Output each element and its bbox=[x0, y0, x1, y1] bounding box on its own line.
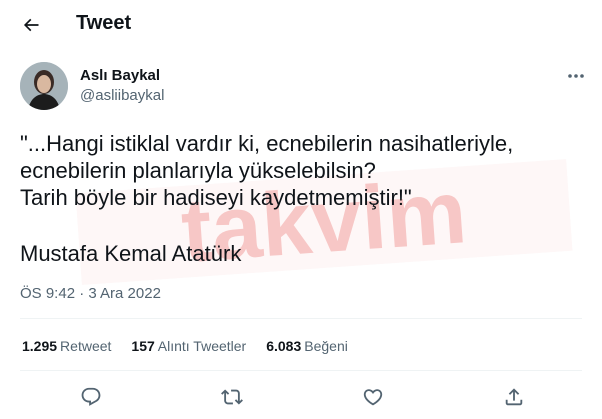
stat-quote-tweets-label: Alıntı Tweetler bbox=[157, 338, 247, 354]
share-button[interactable] bbox=[499, 382, 529, 412]
stat-likes[interactable]: 6.083 Beğeni bbox=[266, 338, 348, 354]
arrow-left-icon bbox=[23, 18, 39, 32]
tweet-timestamp[interactable]: ÖS 9:42 · 3 Ara 2022 bbox=[20, 285, 161, 302]
stat-quote-tweets-count: 157 bbox=[131, 338, 155, 354]
back-button[interactable] bbox=[14, 8, 48, 42]
tweet-signature: Mustafa Kemal Atatürk bbox=[20, 241, 242, 266]
reply-button[interactable] bbox=[76, 382, 106, 412]
tweet-stats: 1.295 Retweet 157 Alıntı Tweetler 6.083 Beğ… bbox=[22, 338, 348, 354]
stat-retweets-label: Retweet bbox=[60, 338, 112, 354]
stat-retweets-count: 1.295 bbox=[22, 338, 58, 354]
avatar[interactable] bbox=[20, 62, 68, 110]
tweet-header: Tweet bbox=[0, 0, 602, 50]
stat-quote-tweets[interactable]: 157 Alıntı Tweetler bbox=[131, 338, 246, 354]
stat-retweets[interactable]: 1.295 Retweet bbox=[22, 338, 111, 354]
stat-likes-label: Beğeni bbox=[304, 338, 348, 354]
reply-icon bbox=[81, 387, 101, 406]
stat-likes-count: 6.083 bbox=[266, 338, 302, 354]
divider bbox=[20, 370, 582, 371]
ellipsis-icon bbox=[568, 74, 584, 78]
author-name[interactable]: Aslı Baykal bbox=[80, 67, 160, 84]
retweet-button[interactable] bbox=[217, 382, 247, 412]
like-button[interactable] bbox=[358, 382, 388, 412]
tweet-text: "...Hangi istiklal vardır ki, ecnebileri… bbox=[20, 131, 514, 210]
share-icon bbox=[505, 388, 523, 406]
page-title: Tweet bbox=[76, 12, 132, 34]
author-handle[interactable]: @asliibaykal bbox=[80, 87, 164, 104]
divider bbox=[20, 318, 582, 319]
like-icon bbox=[363, 389, 383, 406]
tweet-actions bbox=[0, 378, 602, 414]
retweet-icon bbox=[221, 389, 243, 405]
more-options-button[interactable] bbox=[562, 64, 590, 88]
